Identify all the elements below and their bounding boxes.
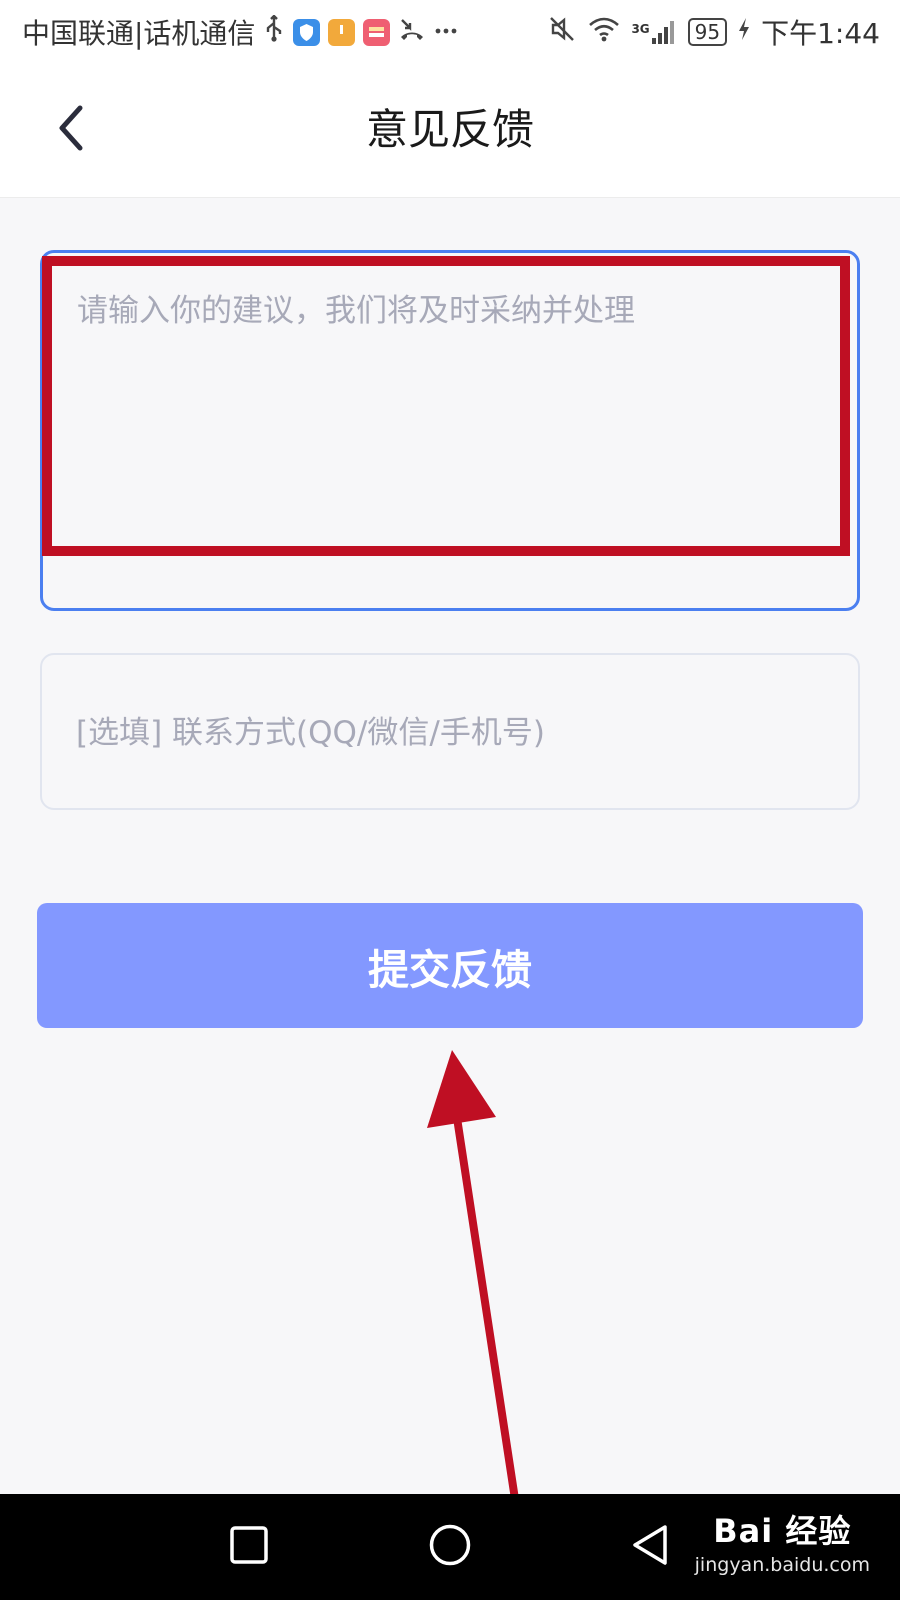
watermark-url: jingyan.baidu.com <box>694 1554 870 1576</box>
recent-apps-button[interactable] <box>221 1519 277 1575</box>
charging-icon <box>737 15 751 50</box>
clock: 下午1:44 <box>761 17 880 50</box>
shield-app-icon <box>293 18 321 46</box>
recent-apps-icon <box>229 1525 269 1569</box>
network-type-label: 3G <box>631 22 650 36</box>
feedback-textarea[interactable]: 请输入你的建议，我们将及时采纳并处理 <box>40 250 860 611</box>
baidu-jingyan-watermark: Bai 经验 jingyan.baidu.com <box>695 1506 870 1576</box>
battery-level: 95 <box>687 18 728 46</box>
more-icon <box>434 15 458 50</box>
status-bar: 中国联通|话机通信 3G 95 下午1:44 <box>0 0 900 62</box>
page-title: 意见反馈 <box>365 105 534 154</box>
home-button[interactable] <box>422 1519 478 1575</box>
box-app-icon <box>328 18 356 46</box>
status-right: 3G 95 下午1:44 <box>547 12 880 52</box>
signal-icon: 3G <box>631 18 677 46</box>
usb-icon <box>263 13 285 50</box>
mute-icon <box>547 14 577 51</box>
feedback-placeholder: 请输入你的建议，我们将及时采纳并处理 <box>77 293 635 329</box>
system-nav-bar: Bai 经验 jingyan.baidu.com <box>0 1494 900 1600</box>
back-nav-button[interactable] <box>622 1519 678 1575</box>
wifi-icon <box>587 14 621 51</box>
status-left: 中国联通|话机通信 <box>22 12 458 52</box>
wallet-app-icon <box>363 18 391 46</box>
submit-feedback-button[interactable]: 提交反馈 <box>37 903 863 1028</box>
contact-placeholder: [选填] 联系方式(QQ/微信/手机号) <box>76 715 545 751</box>
home-icon <box>428 1523 472 1571</box>
carrier-label: 中国联通|话机通信 <box>22 17 256 50</box>
missed-call-icon <box>398 15 426 50</box>
back-triangle-icon <box>630 1523 670 1571</box>
watermark-logo: Bai 经验 <box>713 1512 852 1550</box>
app-header: 意见反馈 <box>0 62 900 198</box>
contact-input[interactable]: [选填] 联系方式(QQ/微信/手机号) <box>40 653 860 810</box>
